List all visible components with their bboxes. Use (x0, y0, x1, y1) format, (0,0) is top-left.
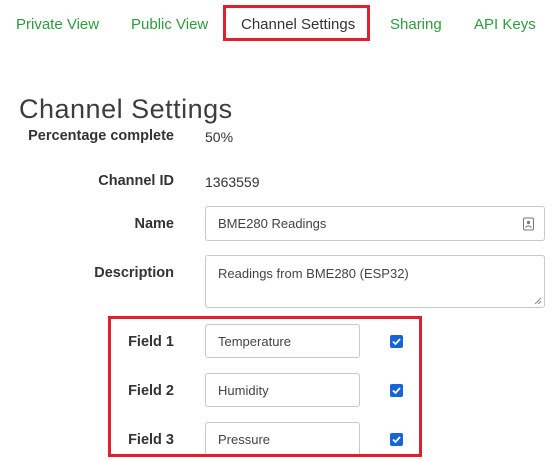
percentage-value: 50% (205, 129, 234, 145)
tab-highlight-box (223, 5, 370, 41)
name-input-value: BME280 Readings (218, 216, 327, 231)
tab-api-keys[interactable]: API Keys (474, 16, 536, 33)
resize-grip-icon[interactable] (534, 297, 542, 305)
channel-id-value: 1363559 (205, 174, 260, 190)
name-input[interactable]: BME280 Readings (205, 206, 545, 241)
channel-id-label: Channel ID (98, 173, 174, 189)
description-label: Description (94, 265, 174, 281)
fields-highlight-box (108, 316, 422, 457)
description-textarea[interactable]: Readings from BME280 (ESP32) (205, 255, 545, 308)
page-title: Channel Settings (19, 94, 233, 125)
name-label: Name (134, 216, 175, 232)
tab-private-view[interactable]: Private View (16, 16, 99, 33)
tab-sharing[interactable]: Sharing (390, 16, 442, 33)
percentage-label: Percentage complete (28, 128, 174, 144)
description-value: Readings from BME280 (ESP32) (218, 266, 409, 281)
contact-card-icon[interactable] (523, 217, 534, 230)
tab-bar: Private View Public View Channel Setting… (0, 0, 560, 48)
tab-public-view[interactable]: Public View (131, 16, 208, 33)
